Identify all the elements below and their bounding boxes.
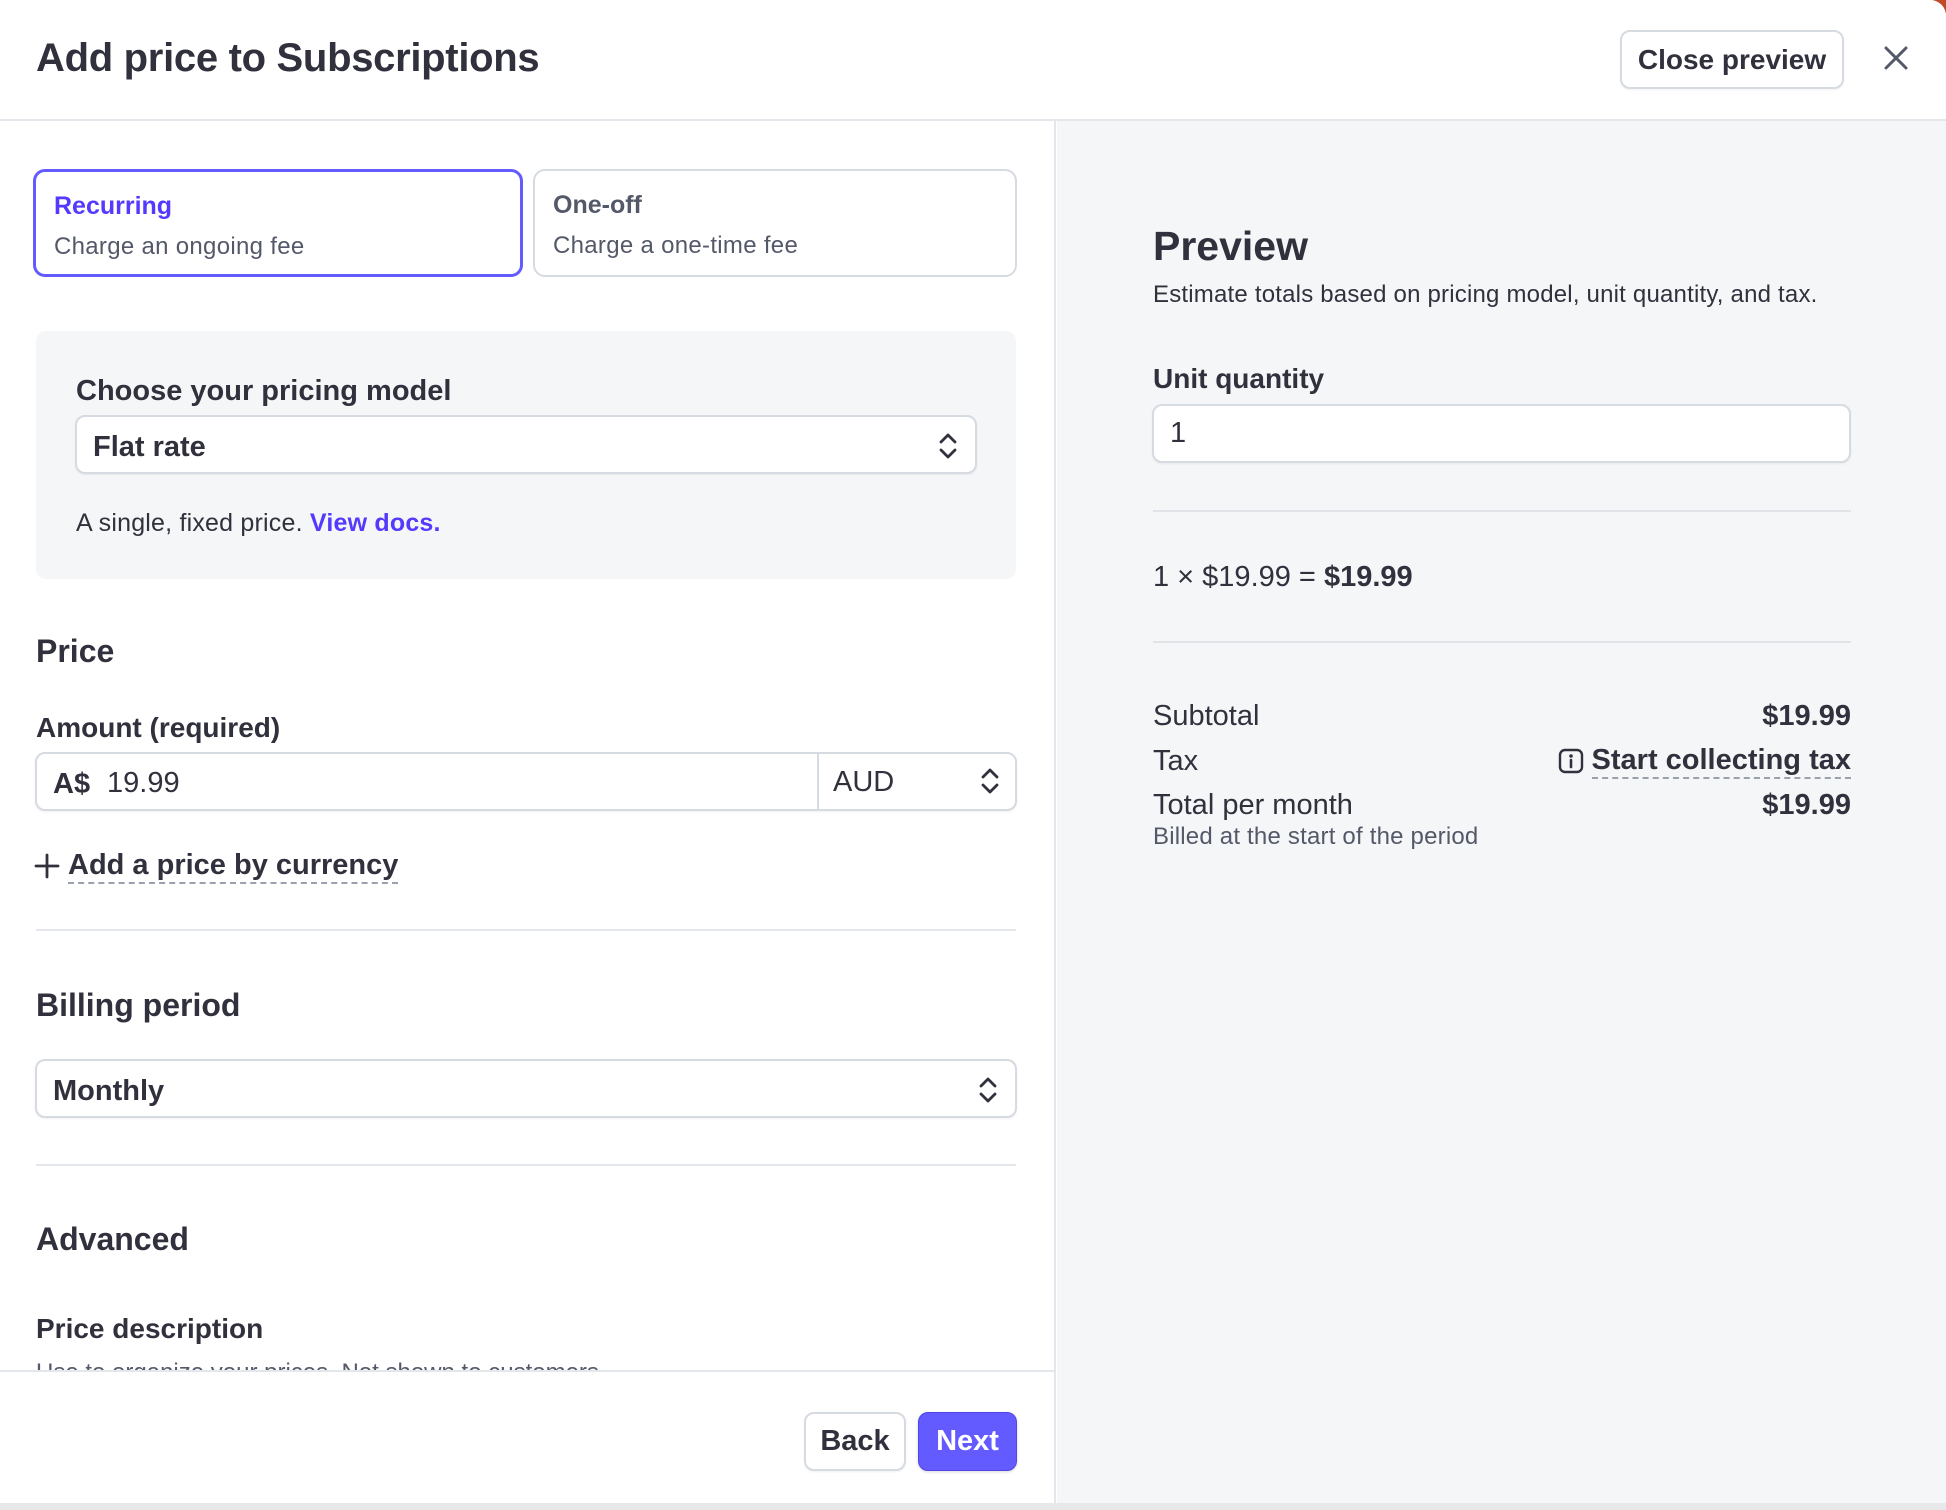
modal-header: Add price to Subscriptions Close preview	[0, 0, 1946, 121]
pricing-model-panel: Choose your pricing model Flat rate A si…	[36, 331, 1016, 579]
add-price-by-currency-button[interactable]: Add a price by currency	[34, 846, 399, 886]
billing-note: Billed at the start of the period	[1153, 823, 1479, 850]
close-preview-button[interactable]: Close preview	[1620, 30, 1844, 89]
price-section-title: Price	[36, 633, 115, 669]
modal-footer: Back Next	[0, 1370, 1056, 1510]
price-form-pane: Recurring Charge an ongoing fee One-off …	[0, 121, 1056, 1386]
add-price-by-currency-label: Add a price by currency	[68, 848, 399, 884]
total-label: Total per month	[1153, 789, 1353, 821]
currency-value: AUD	[833, 766, 895, 798]
view-docs-link[interactable]: View docs.	[310, 509, 441, 537]
amount-label: Amount (required)	[36, 712, 281, 743]
pricing-model-hint-text: A single, fixed price.	[76, 509, 303, 537]
subtotal-value: $19.99	[1762, 700, 1851, 732]
divider	[36, 1164, 1016, 1166]
chevron-updown-icon	[939, 433, 957, 459]
recurring-option-description: Charge an ongoing fee	[54, 233, 305, 260]
subtotal-label: Subtotal	[1153, 700, 1260, 732]
pricing-model-select[interactable]: Flat rate	[75, 415, 977, 474]
one-off-option-description: Charge a one-time fee	[553, 232, 799, 259]
unit-quantity-label: Unit quantity	[1153, 363, 1325, 394]
advanced-section-title: Advanced	[36, 1221, 189, 1257]
preview-title: Preview	[1153, 223, 1308, 269]
back-button[interactable]: Back	[804, 1412, 906, 1471]
divider	[1153, 641, 1851, 643]
billing-period-select[interactable]: Monthly	[35, 1059, 1017, 1118]
pricing-model-value: Flat rate	[93, 431, 206, 463]
bottom-edge	[0, 1503, 1946, 1510]
price-calculation: 1 × $19.99 = $19.99	[1153, 561, 1413, 594]
divider	[1153, 510, 1851, 512]
one-off-option-card[interactable]: One-off Charge a one-time fee	[533, 169, 1017, 277]
calculation-expression: 1 × $19.99 =	[1153, 561, 1324, 593]
currency-prefix: A$	[53, 768, 91, 800]
calculation-total: $19.99	[1323, 561, 1413, 593]
recurring-option-card[interactable]: Recurring Charge an ongoing fee	[33, 169, 523, 277]
amount-input[interactable]	[107, 765, 807, 801]
billing-period-title: Billing period	[36, 987, 241, 1023]
recurring-option-title: Recurring	[54, 192, 173, 220]
chevron-updown-icon	[979, 1077, 997, 1103]
preview-pane: Preview Estimate totals based on pricing…	[1057, 121, 1946, 1510]
start-collecting-tax-link[interactable]: Start collecting tax	[1558, 743, 1851, 779]
currency-select[interactable]: AUD	[817, 754, 1017, 809]
pricing-model-hint: A single, fixed price. View docs.	[76, 509, 441, 538]
amount-field: A$ AUD	[35, 752, 1017, 811]
close-icon[interactable]	[1876, 38, 1916, 78]
plus-icon	[34, 853, 60, 879]
price-description-label: Price description	[36, 1313, 264, 1344]
total-value: $19.99	[1762, 789, 1851, 821]
total-row: Total per month $19.99	[1153, 785, 1851, 825]
unit-quantity-input[interactable]	[1152, 404, 1851, 463]
info-icon	[1558, 748, 1583, 774]
pricing-model-label: Choose your pricing model	[76, 375, 452, 407]
modal-title: Add price to Subscriptions	[36, 36, 540, 80]
start-collecting-tax-label: Start collecting tax	[1591, 743, 1851, 779]
subtotal-row: Subtotal $19.99	[1153, 696, 1851, 736]
tax-row: Tax Start collecting tax	[1153, 741, 1851, 781]
billing-period-value: Monthly	[53, 1075, 165, 1107]
next-button[interactable]: Next	[918, 1412, 1017, 1471]
divider	[36, 929, 1016, 931]
add-price-modal: Add price to Subscriptions Close preview…	[0, 0, 1946, 1510]
preview-subtitle: Estimate totals based on pricing model, …	[1153, 281, 1818, 308]
tax-label: Tax	[1153, 745, 1199, 777]
one-off-option-title: One-off	[553, 191, 642, 219]
chevron-updown-icon	[981, 768, 999, 794]
